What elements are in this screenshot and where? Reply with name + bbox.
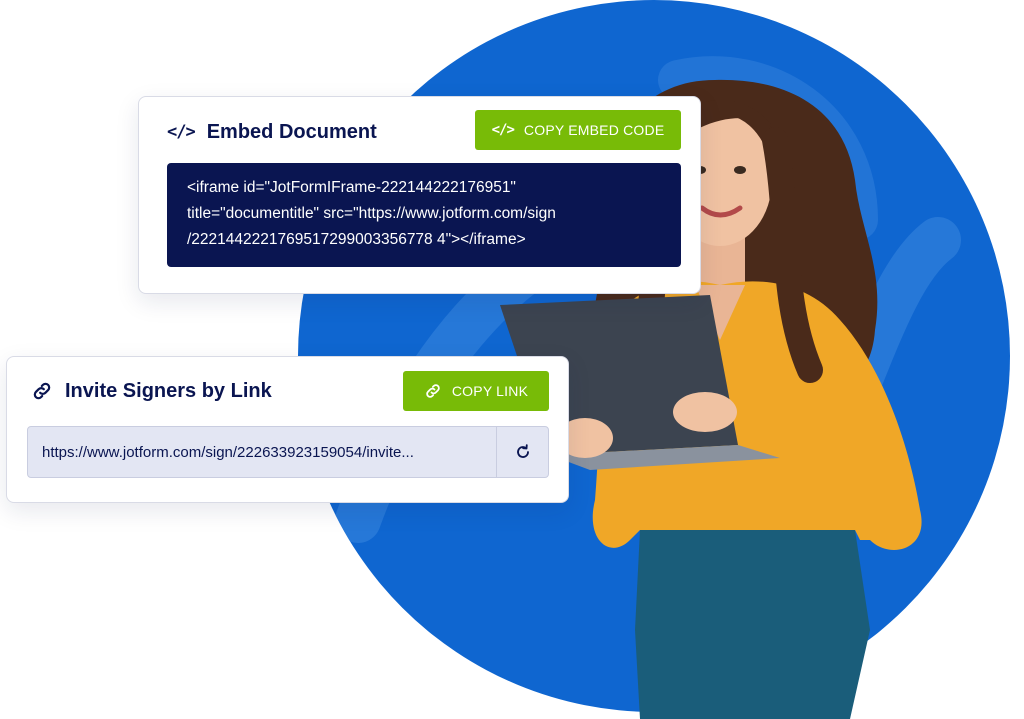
code-icon: </> [167,122,196,142]
copy-embed-code-label: COPY EMBED CODE [523,122,665,138]
embed-document-card: </> Embed Document </> COPY EMBED CODE <… [138,96,701,294]
refresh-link-button[interactable] [496,427,548,477]
copy-link-button[interactable]: COPY LINK [403,371,549,411]
copy-link-label: COPY LINK [451,383,529,399]
invite-signers-card: Invite Signers by Link COPY LINK https:/… [6,356,569,503]
embed-code-line: <iframe id="JotFormIFrame-22214422217695… [187,179,516,196]
link-icon [426,384,440,398]
invite-card-title: Invite Signers by Link [65,379,272,402]
invite-link-field[interactable]: https://www.jotform.com/sign/22263392315… [27,426,549,478]
embed-card-header: </> Embed Document [167,119,377,145]
embed-code-box[interactable]: <iframe id="JotFormIFrame-22214422217695… [167,163,681,267]
code-icon: </> [491,122,515,138]
link-icon [33,382,51,400]
refresh-icon [516,444,529,458]
copy-embed-code-button[interactable]: </> COPY EMBED CODE [475,110,681,150]
invite-card-header: Invite Signers by Link [31,378,272,404]
embed-code-line: title="documentitle" src="https://www.jo… [187,205,556,222]
embed-code-line: /2221442221769517299003356778 4"></ifram… [187,231,526,248]
invite-link-value: https://www.jotform.com/sign/22263392315… [42,443,414,461]
embed-card-title: Embed Document [206,120,377,143]
